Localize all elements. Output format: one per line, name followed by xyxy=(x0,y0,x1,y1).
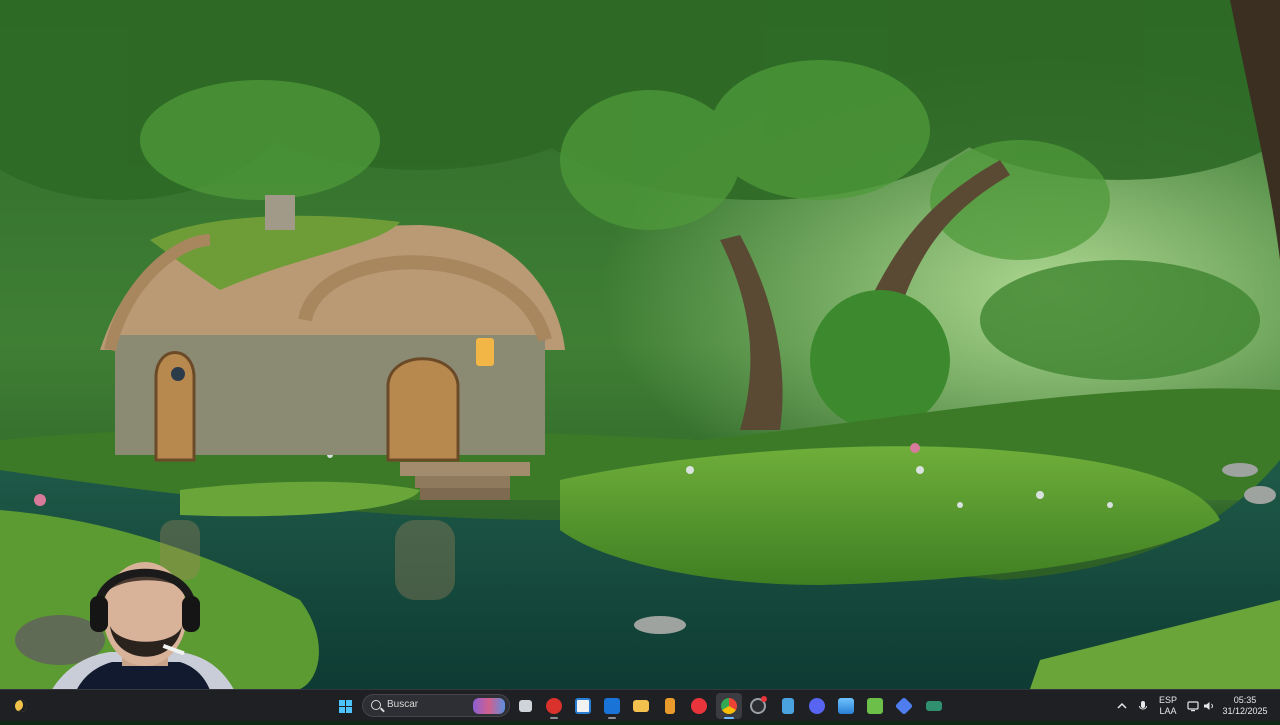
discord-button[interactable] xyxy=(804,693,830,719)
media-player-button[interactable] xyxy=(686,693,712,719)
notepad-button[interactable] xyxy=(775,693,801,719)
taskbar: Buscar ESP LAA 05:35 31/12/2025 xyxy=(0,689,1280,721)
red-app-icon xyxy=(546,698,562,714)
orange-app-icon xyxy=(665,698,675,714)
search-placeholder: Buscar xyxy=(387,699,419,710)
green-app-icon xyxy=(926,701,942,711)
chrome-button[interactable] xyxy=(716,693,742,719)
show-hidden-icons-chevron-icon[interactable] xyxy=(1116,699,1128,711)
moon-weather-icon xyxy=(15,700,27,712)
notepad-icon xyxy=(782,698,794,714)
clock[interactable]: 05:35 31/12/2025 xyxy=(1218,695,1272,717)
store-button[interactable] xyxy=(570,693,596,719)
android-app-button[interactable] xyxy=(862,693,888,719)
discord-icon xyxy=(809,698,825,714)
task-view-button[interactable] xyxy=(512,693,538,719)
task-view-icon xyxy=(518,700,532,712)
notification-dot xyxy=(761,696,767,702)
search-highlight-icon xyxy=(473,698,505,714)
microphone-icon[interactable] xyxy=(1137,699,1149,711)
file-explorer-button[interactable] xyxy=(628,693,654,719)
search-box[interactable]: Buscar xyxy=(362,694,510,717)
app-red-button[interactable] xyxy=(541,693,567,719)
outlook-icon xyxy=(604,698,620,714)
language-code: ESP xyxy=(1158,695,1177,705)
blue-app-icon xyxy=(894,696,914,716)
clock-time: 05:35 xyxy=(1233,695,1257,705)
clock-date: 31/12/2025 xyxy=(1222,706,1268,716)
app-orange-button[interactable] xyxy=(657,693,683,719)
keyboard-layout-code: LAA xyxy=(1159,706,1177,716)
windows-logo-icon xyxy=(338,699,352,713)
app-dark-button[interactable] xyxy=(745,693,771,719)
photos-button[interactable] xyxy=(833,693,859,719)
play-icon xyxy=(691,698,707,714)
volume-icon[interactable] xyxy=(1203,699,1215,711)
outlook-button[interactable] xyxy=(599,693,625,719)
search-icon xyxy=(371,700,381,710)
android-icon xyxy=(867,698,883,714)
language-indicator[interactable]: ESP LAA xyxy=(1156,695,1180,717)
start-button[interactable] xyxy=(332,693,358,719)
app-green-button[interactable] xyxy=(921,693,947,719)
weather-widget-button[interactable] xyxy=(8,693,34,719)
network-icon[interactable] xyxy=(1187,699,1199,712)
app-blue-button[interactable] xyxy=(891,693,917,719)
chrome-icon xyxy=(721,698,737,714)
photos-icon xyxy=(838,698,854,714)
store-icon xyxy=(575,698,591,714)
folder-icon xyxy=(633,700,649,712)
